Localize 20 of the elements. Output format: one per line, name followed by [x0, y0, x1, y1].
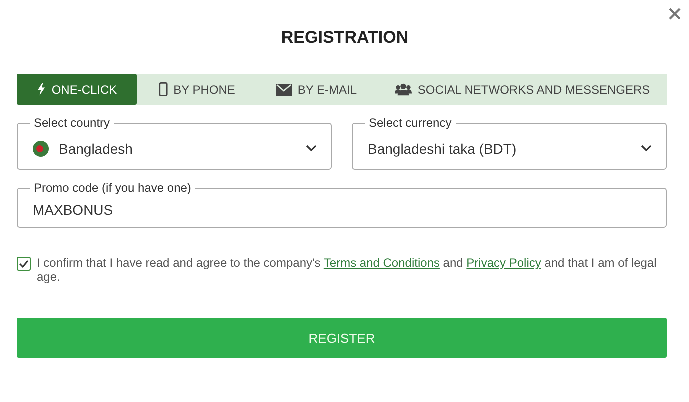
flag-icon: [33, 140, 49, 156]
agreement-text: I confirm that I have read and agree to the company's Terms and Conditions and Privacy Policy and that I am of legal age.: [37, 256, 658, 284]
checkbox[interactable]: [17, 257, 31, 271]
field-value: Bangladesh: [59, 140, 134, 156]
close-icon[interactable]: [669, 8, 681, 20]
field-value: Bangladeshi taka (BDT): [368, 140, 518, 156]
field-label: Select currency: [365, 116, 456, 130]
lightning-icon: [36, 83, 46, 96]
tab[interactable]: ONE-CLICK: [17, 74, 137, 105]
envelope-icon: [276, 84, 292, 96]
users-icon: [394, 83, 412, 96]
field-value: MAXBONUS: [33, 202, 114, 218]
field-label: Select country: [30, 116, 114, 130]
phone-icon: [158, 82, 168, 97]
link[interactable]: Terms and Conditions: [324, 256, 440, 270]
chevron-down-icon: [641, 145, 652, 152]
field-label: Promo code (if you have one): [30, 181, 196, 195]
link[interactable]: Privacy Policy: [466, 256, 542, 270]
dialog-title: REGISTRATION: [280, 28, 410, 48]
chevron-down-icon: [306, 145, 317, 152]
